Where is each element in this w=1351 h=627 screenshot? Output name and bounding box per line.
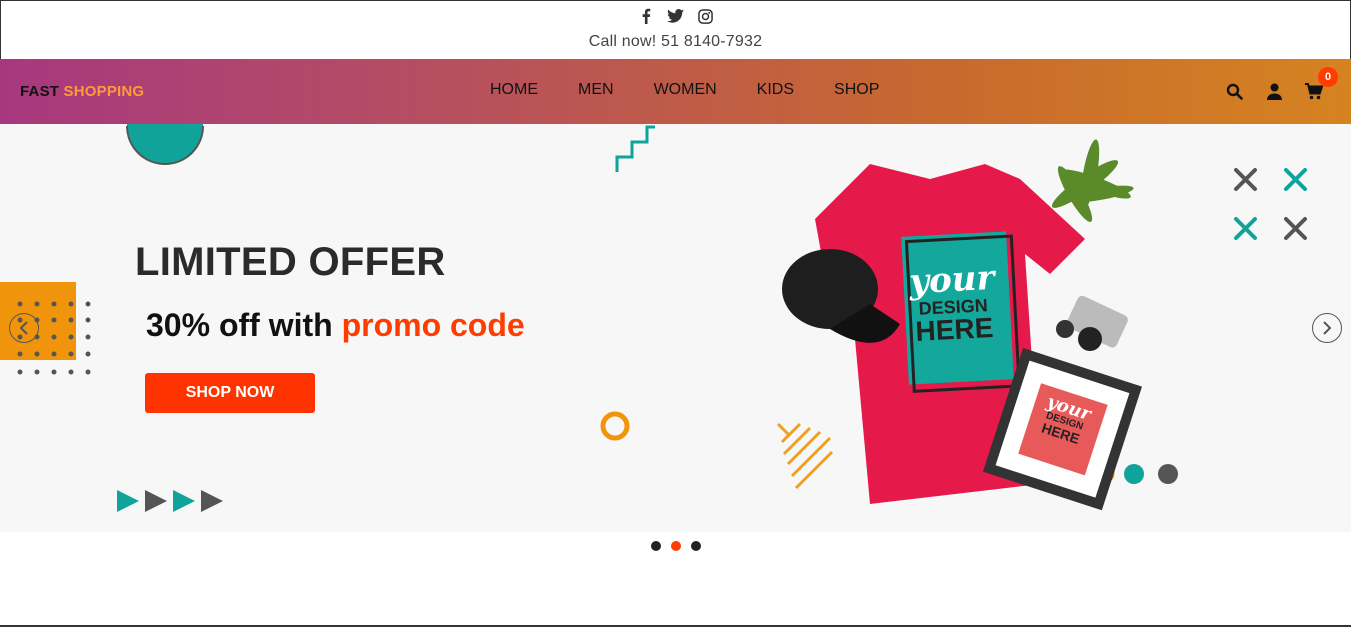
call-now-text: Call now! 51 8140-7932 — [588, 33, 763, 50]
search-icon[interactable] — [1225, 81, 1243, 101]
logo-part-shopping: SHOPPING — [63, 83, 145, 100]
slider-pagination — [0, 541, 1351, 551]
cart-count-badge: 0 — [1318, 67, 1338, 87]
facebook-icon[interactable] — [637, 7, 655, 25]
instagram-icon[interactable] — [697, 7, 715, 25]
shop-now-button[interactable]: SHOP NOW — [145, 373, 315, 413]
top-bar: Call now! 51 8140-7932 — [0, 0, 1351, 59]
promo-code-highlight: promo code — [341, 307, 525, 343]
nav-item-kids[interactable]: KIDS — [737, 81, 814, 99]
chevron-right-icon — [1323, 321, 1332, 335]
nav-item-shop[interactable]: SHOP — [814, 81, 899, 99]
hero-slider: your DESIGN HERE your DESIGN HERE LIMITE… — [0, 124, 1351, 532]
user-icon[interactable] — [1265, 81, 1283, 101]
subheadline-prefix: 30% off with — [146, 307, 333, 343]
hero-headline: LIMITED OFFER — [135, 240, 446, 284]
main-menu: HOME MEN WOMEN KIDS SHOP — [470, 81, 899, 99]
slider-dot[interactable] — [670, 541, 681, 551]
twitter-icon[interactable] — [667, 7, 685, 25]
site-logo[interactable]: FAST SHOPPING — [20, 83, 144, 100]
tshirt-text-here: HERE — [914, 311, 995, 347]
slider-dot[interactable] — [690, 541, 701, 551]
nav-item-men[interactable]: MEN — [558, 81, 634, 99]
social-links — [1, 7, 1350, 25]
main-navbar: FAST SHOPPING HOME MEN WOMEN KIDS SHOP — [0, 59, 1351, 124]
nav-icons — [1225, 81, 1323, 101]
tshirt-text-your: your — [908, 257, 996, 303]
tshirt-design-text: your DESIGN HERE — [896, 257, 1010, 347]
hero-subheadline: 30% off with promo code — [146, 307, 525, 344]
chevron-left-icon — [19, 321, 28, 335]
logo-part-fast: FAST — [20, 83, 60, 100]
nav-item-women[interactable]: WOMEN — [634, 81, 737, 99]
nav-item-home[interactable]: HOME — [470, 81, 558, 99]
slider-dot[interactable] — [650, 541, 661, 551]
slider-next-button[interactable] — [1312, 313, 1342, 343]
slider-prev-button[interactable] — [9, 313, 39, 343]
